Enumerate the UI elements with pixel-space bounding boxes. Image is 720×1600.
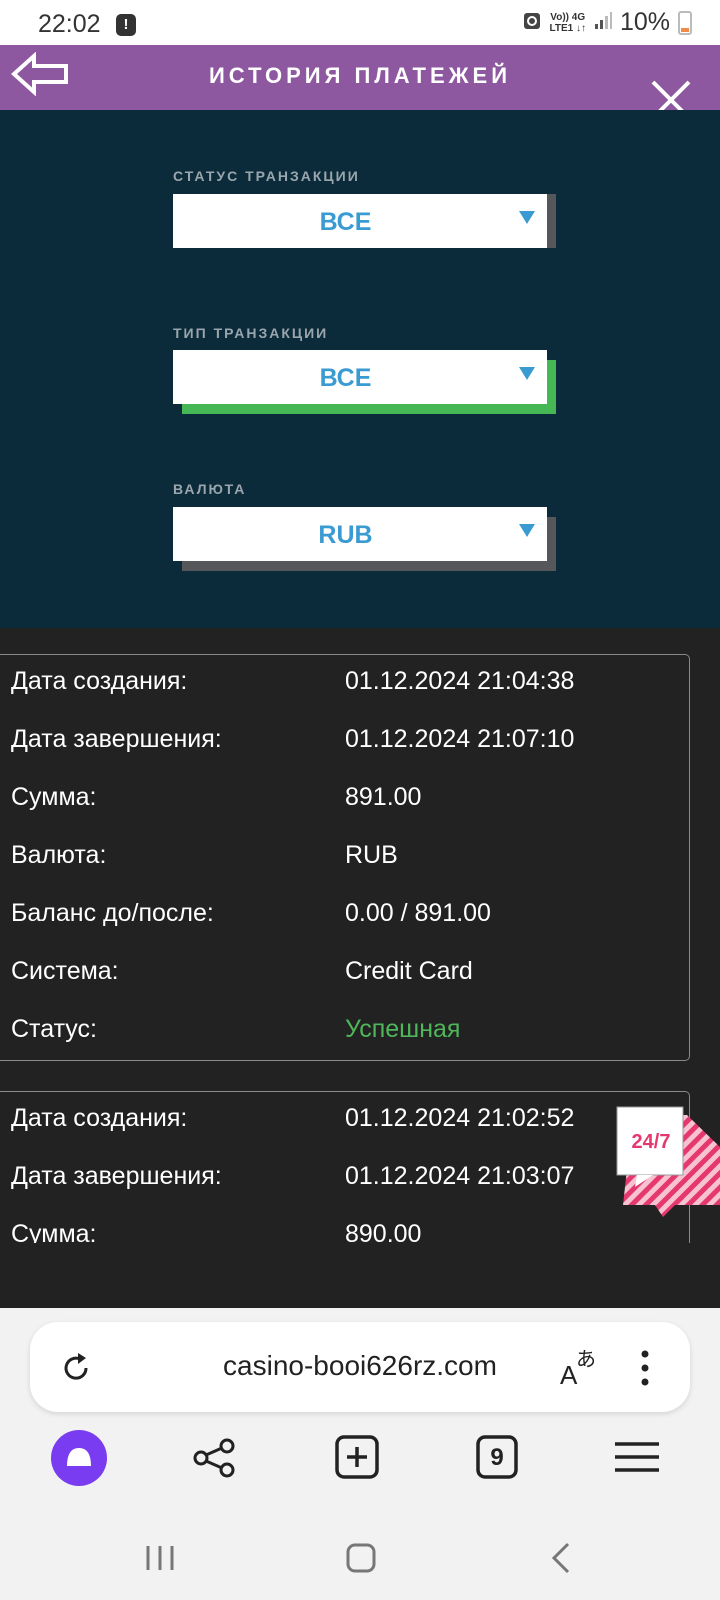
network-top: Vo)) 4G [550,11,586,23]
system-navigation-bar [0,1528,720,1588]
amount-label: Сумма: [11,1220,97,1243]
alert-icon: ! [116,14,136,36]
table-row: Статус: Успешная [0,1015,690,1045]
network-type: Vo)) 4G LTE1 ↓↑ [549,12,585,34]
home-button[interactable] [341,1538,381,1578]
completed-label: Дата завершения: [11,725,222,753]
status-bar: 22:02 ! Vo)) 4G LTE1 ↓↑ 10% [0,0,720,45]
svg-text:あ: あ [576,1347,596,1371]
address-bar[interactable]: casino-booi626rz.com A あ [30,1322,690,1412]
browser-nav-row: 9 [0,1428,720,1508]
transaction-card: Дата создания: 01.12.2024 21:02:52 Дата … [0,1091,690,1243]
status-time: 22:02 [38,10,101,38]
table-row: Дата создания: 01.12.2024 21:02:52 [0,1104,690,1134]
table-row: Дата завершения: 01.12.2024 21:07:10 [0,725,690,755]
status-label: Статус: [11,1015,97,1043]
currency-label: Валюта: [11,841,107,869]
balance-label: Баланс до/после: [11,899,214,927]
browser-toolbar: casino-booi626rz.com A あ 9 [0,1308,720,1600]
table-row: Валюта: RUB [0,841,690,871]
completed-value: 01.12.2024 21:03:07 [345,1162,575,1190]
signal-icon [594,10,612,35]
balance-value: 0.00 / 891.00 [345,899,491,927]
page-header: ИСТОРИЯ ПЛАТЕЖЕЙ [0,45,720,120]
amount-value: 890.00 [345,1220,422,1243]
recent-apps-icon [146,1546,174,1570]
network-bottom: LTE1 ↓↑ [549,22,586,34]
tabs-button[interactable]: 9 [467,1428,527,1488]
currency-filter-label: ВАЛЮТА [173,481,247,497]
created-value: 01.12.2024 21:02:52 [345,1104,575,1132]
created-label: Дата создания: [11,1104,188,1132]
dropdown-arrow-icon [519,524,535,537]
currency-select[interactable]: RUB [173,507,547,561]
battery-icon [678,10,692,35]
system-label: Система: [11,957,119,985]
created-label: Дата создания: [11,667,188,695]
share-icon [193,1438,235,1478]
support-chat-button[interactable]: 24/7 [615,1105,720,1220]
new-tab-button[interactable] [328,1428,388,1488]
status-filter-label: СТАТУС ТРАНЗАКЦИИ [173,168,360,184]
support-badge-graphic [616,1106,720,1217]
share-button[interactable] [187,1428,247,1488]
table-row: Сумма: 891.00 [0,783,690,813]
table-row: Дата создания: 01.12.2024 21:04:38 [0,667,690,697]
amount-label: Сумма: [11,783,97,811]
status-select-value: ВСЕ [319,208,372,236]
chevron-left-icon [551,1542,570,1574]
transactions-list[interactable]: Дата создания: 01.12.2024 21:04:38 Дата … [0,628,720,1243]
type-filter-label: ТИП ТРАНЗАКЦИИ [173,325,329,341]
battery-percent: 10% [619,8,670,36]
back-nav-button[interactable] [542,1538,582,1578]
recycle-icon [523,10,541,35]
type-select[interactable]: ВСЕ [173,350,547,404]
table-row: Система: Credit Card [0,957,690,987]
translate-button[interactable]: A あ [558,1344,602,1390]
hamburger-menu-icon [615,1442,659,1472]
status-indicators: Vo)) 4G LTE1 ↓↑ 10% [523,8,692,37]
alice-assistant-button[interactable] [49,1428,109,1488]
recent-apps-button[interactable] [140,1538,180,1578]
more-menu-button[interactable] [640,1350,650,1386]
page-bottom-padding [0,1243,720,1308]
status-select[interactable]: ВСЕ [173,194,547,248]
table-row: Баланс до/после: 0.00 / 891.00 [0,899,690,929]
currency-select-value: RUB [318,521,373,549]
table-row: Сумма: 890.00 [0,1220,690,1243]
transaction-card: Дата создания: 01.12.2024 21:04:38 Дата … [0,654,690,1061]
translate-icon: A あ [560,1347,596,1390]
alice-icon [51,1430,107,1486]
page-title: ИСТОРИЯ ПЛАТЕЖЕЙ [208,63,512,88]
tab-count: 9 [490,1444,504,1471]
support-badge-text: 24/7 [631,1131,671,1153]
dropdown-arrow-icon [519,367,535,380]
more-vertical-icon [641,1350,649,1386]
type-select-value: ВСЕ [319,364,372,392]
created-value: 01.12.2024 21:04:38 [345,667,575,695]
plus-square-icon [335,1435,379,1479]
system-value: Credit Card [345,957,473,985]
status-value: Успешная [345,1015,461,1043]
home-icon [346,1543,376,1573]
currency-value: RUB [345,841,398,869]
completed-label: Дата завершения: [11,1162,222,1190]
table-row: Дата завершения: 01.12.2024 21:03:07 [0,1162,690,1192]
completed-value: 01.12.2024 21:07:10 [345,725,575,753]
amount-value: 891.00 [345,783,422,811]
browser-menu-button[interactable] [607,1428,667,1488]
filters-panel: СТАТУС ТРАНЗАКЦИИ ВСЕ ТИП ТРАНЗАКЦИИ ВСЕ… [0,110,720,628]
dropdown-arrow-icon [519,211,535,224]
